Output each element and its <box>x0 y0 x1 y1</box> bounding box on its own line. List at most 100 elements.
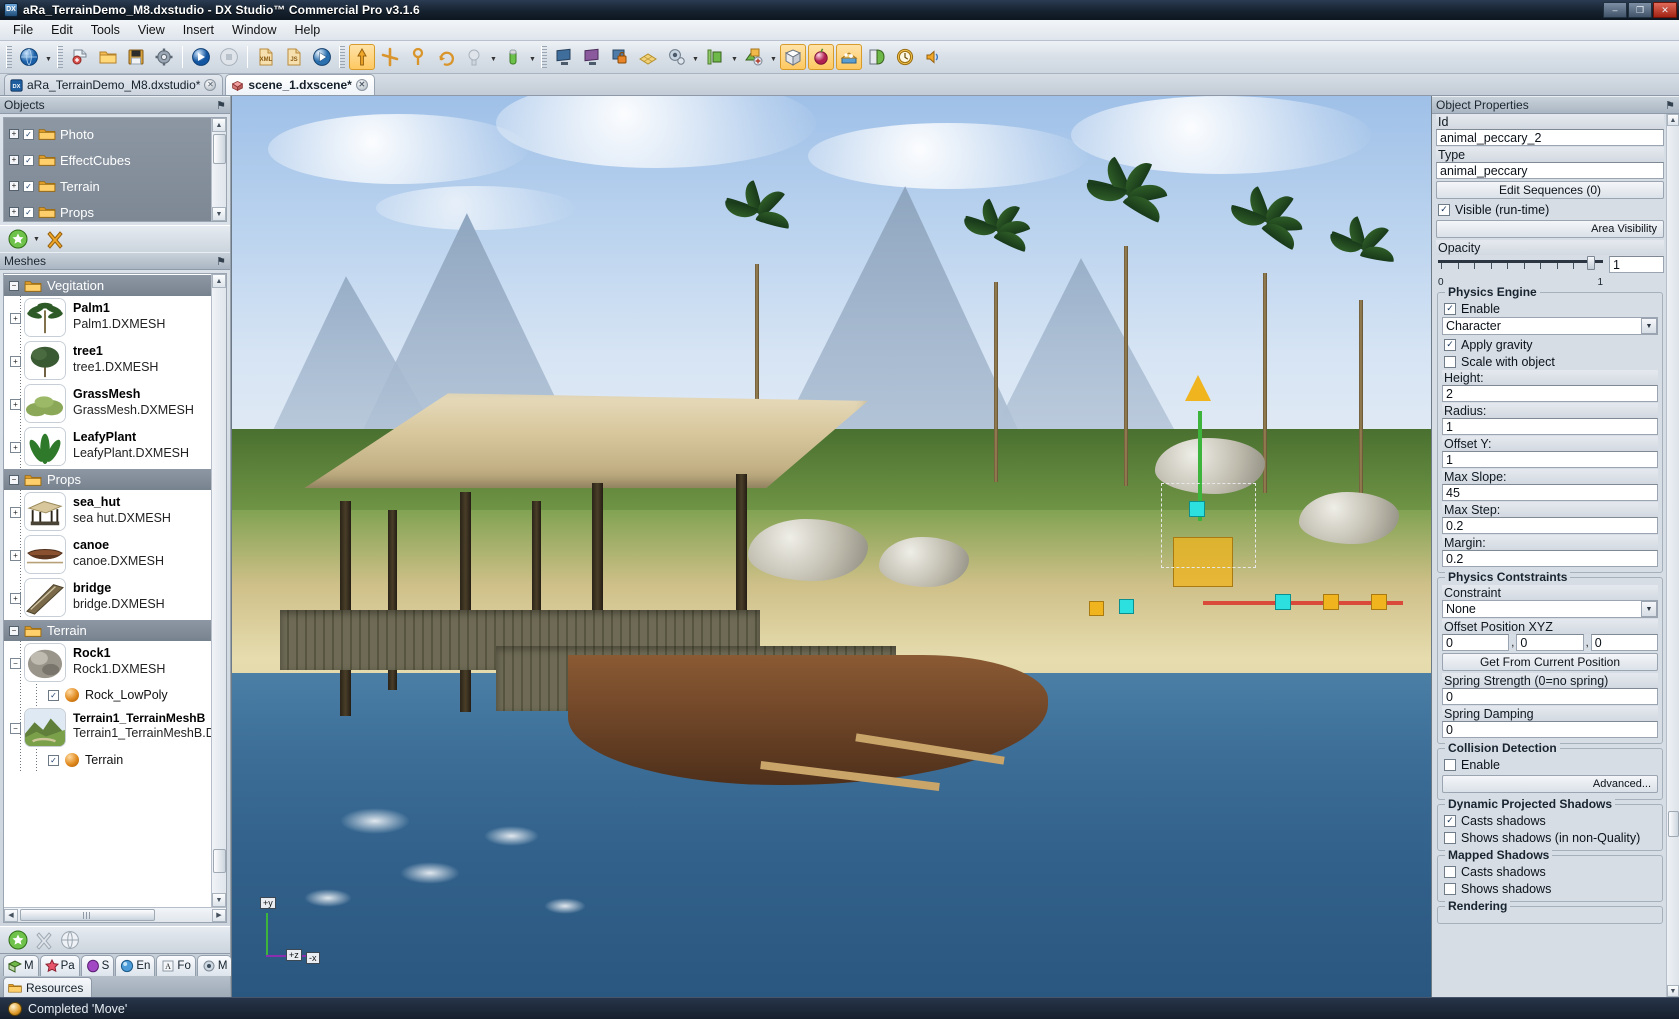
checkbox-icon[interactable] <box>1444 831 1456 844</box>
scroll-thumb[interactable] <box>212 134 226 164</box>
menu-insert[interactable]: Insert <box>174 21 223 39</box>
gizmo-cube-handle[interactable] <box>1275 594 1292 611</box>
meshes-tree-hscrollbar[interactable]: ◀ ▶ <box>4 907 226 922</box>
apply-gravity-checkbox[interactable]: ✓ Apply gravity <box>1442 336 1658 353</box>
object-row-terrain[interactable]: + ✓ Terrain <box>4 173 226 199</box>
checkbox-icon[interactable] <box>1444 865 1456 878</box>
chevron-down-icon[interactable]: ▼ <box>33 236 40 243</box>
paint-tool-icon[interactable] <box>500 44 526 70</box>
time-clock-icon[interactable] <box>892 44 918 70</box>
visible-runtime-checkbox[interactable]: ✓ Visible (run-time) <box>1436 201 1664 218</box>
scroll-down-icon[interactable]: ▼ <box>212 207 226 221</box>
object-row-props[interactable]: + ✓ Props <box>4 199 226 221</box>
add-object-icon[interactable] <box>7 228 29 250</box>
object-row-photo[interactable]: + ✓ Photo <box>4 121 226 147</box>
mesh-subitem-terrain[interactable]: ✓ Terrain <box>4 749 211 771</box>
globe-icon[interactable] <box>16 44 42 70</box>
scale-tool-icon[interactable] <box>405 44 431 70</box>
physics-enable-checkbox[interactable]: ✓ Enable <box>1442 300 1658 317</box>
subitem-checkbox[interactable]: ✓ <box>48 689 59 701</box>
visibility-checkbox[interactable]: ✓ <box>23 180 34 192</box>
mesh-group-props[interactable]: − Props <box>4 468 211 490</box>
slider-thumb[interactable] <box>1587 256 1595 270</box>
material-icon[interactable] <box>864 44 890 70</box>
expander-icon[interactable]: + <box>9 129 19 139</box>
mesh-item-leafyplant[interactable]: + LeafyPlant LeafyPlant.DXMESH <box>4 425 211 468</box>
menu-tools[interactable]: Tools <box>82 21 129 39</box>
tab-environments[interactable]: En <box>115 955 156 976</box>
mesh-group-vegitation[interactable]: − Vegitation <box>4 274 211 296</box>
checkbox-icon[interactable] <box>1444 355 1456 368</box>
visibility-checkbox[interactable]: ✓ <box>23 206 34 218</box>
mesh-item-tree1[interactable]: + tree1 tree1.DXMESH <box>4 339 211 382</box>
expander-icon[interactable]: − <box>9 474 19 485</box>
mesh-item-canoe[interactable]: + canoe canoe.DXMESH <box>4 533 211 576</box>
opacity-value-field[interactable]: 1 <box>1609 256 1664 273</box>
view-screen-icon[interactable] <box>551 44 577 70</box>
gizmo-up-arrow[interactable] <box>1185 375 1212 402</box>
scroll-left-icon[interactable]: ◀ <box>4 908 18 922</box>
pin-icon[interactable]: ⚑ <box>216 255 226 268</box>
id-field[interactable]: animal_peccary_2 <box>1436 129 1664 146</box>
gizmo-cube-handle[interactable] <box>1323 594 1340 611</box>
scroll-down-icon[interactable]: ▼ <box>1667 985 1679 997</box>
get-from-current-position-button[interactable]: Get From Current Position <box>1442 653 1658 671</box>
minimize-button[interactable]: – <box>1603 2 1627 18</box>
pin-icon[interactable]: ⚑ <box>1665 99 1675 112</box>
scroll-up-icon[interactable]: ▲ <box>212 118 226 132</box>
chevron-down-icon[interactable]: ▼ <box>488 45 499 69</box>
gizmo-cube-handle[interactable] <box>1119 598 1135 614</box>
toolbar-grip[interactable] <box>541 46 547 68</box>
height-field[interactable]: 2 <box>1442 385 1658 402</box>
particle-icon[interactable] <box>808 44 834 70</box>
expander-icon[interactable]: + <box>10 399 21 410</box>
mesh-group-terrain[interactable]: − Terrain <box>4 619 211 641</box>
maximize-button[interactable]: ❐ <box>1628 2 1652 18</box>
meshes-tree-vscrollbar[interactable]: ▲ ▼ <box>211 274 226 907</box>
tab-fonts[interactable]: A Fo <box>156 955 196 976</box>
mesh-item-terrain1[interactable]: − Terrain1_TerrainMeshB Terrain1_Terrain… <box>4 706 226 749</box>
offset-y-field[interactable]: 1 <box>1442 451 1658 468</box>
mesh-item-rock1[interactable]: − Rock1 Rock1.DXMESH <box>4 641 211 684</box>
gizmo-cube-handle[interactable] <box>1089 600 1105 616</box>
menu-window[interactable]: Window <box>223 21 285 39</box>
dynamic-casts-shadows-checkbox[interactable]: ✓ Casts shadows <box>1442 812 1658 829</box>
chevron-down-icon[interactable]: ▼ <box>43 45 54 69</box>
menu-file[interactable]: File <box>4 21 42 39</box>
opacity-control[interactable]: 0 1 1 <box>1436 255 1664 288</box>
edit-sequences-button[interactable]: Edit Sequences (0) <box>1436 181 1664 199</box>
checkbox-icon[interactable] <box>1444 882 1456 895</box>
subitem-checkbox[interactable]: ✓ <box>48 754 59 766</box>
sky-box-icon[interactable] <box>836 44 862 70</box>
close-icon[interactable]: ✕ <box>355 79 368 91</box>
toolbar-grip[interactable] <box>339 46 345 68</box>
menu-view[interactable]: View <box>129 21 174 39</box>
add-mesh-icon[interactable] <box>7 929 29 951</box>
run-blue-icon[interactable] <box>188 44 214 70</box>
expander-icon[interactable]: + <box>10 507 21 518</box>
object-properties[interactable]: Id animal_peccary_2 Type animal_peccary … <box>1432 114 1679 997</box>
light-tool-icon[interactable] <box>461 44 487 70</box>
dynamic-shows-shadows-checkbox[interactable]: Shows shadows (in non-Quality) <box>1442 829 1658 846</box>
area-visibility-button[interactable]: Area Visibility <box>1436 220 1664 238</box>
pin-icon[interactable]: ⚑ <box>216 99 226 112</box>
tab-materials[interactable]: M <box>196 955 233 976</box>
rotate-tool-icon[interactable] <box>433 44 459 70</box>
mesh-item-palm1[interactable]: + Palm1 Palm1.DXMESH <box>4 296 211 339</box>
scroll-up-icon[interactable]: ▲ <box>1667 114 1679 126</box>
max-step-field[interactable]: 0.2 <box>1442 517 1658 534</box>
properties-scrollbar[interactable]: ▲ ▼ <box>1666 114 1679 997</box>
checkbox-icon[interactable]: ✓ <box>1438 203 1450 216</box>
scale-with-object-checkbox[interactable]: Scale with object <box>1442 353 1658 370</box>
tab-particles[interactable]: Pa <box>39 955 80 976</box>
align-objects-icon[interactable] <box>702 44 728 70</box>
offset-x-field[interactable]: 0 <box>1442 634 1510 651</box>
stop-grey-icon[interactable] <box>216 44 242 70</box>
mesh-item-bridge[interactable]: + bridge bridge.DXMESH <box>4 576 211 619</box>
doc-tab-dxstudio[interactable]: DX aRa_TerrainDemo_M8.dxstudio* ✕ <box>4 74 224 95</box>
gizmo-cube-handle[interactable] <box>1371 594 1388 611</box>
scroll-thumb[interactable] <box>212 849 226 873</box>
select-move-tool-icon[interactable] <box>349 44 375 70</box>
mesh-item-sea-hut[interactable]: + sea_hut sea hut.DXMESH <box>4 490 211 533</box>
mapped-shows-shadows-checkbox[interactable]: Shows shadows <box>1442 880 1658 897</box>
